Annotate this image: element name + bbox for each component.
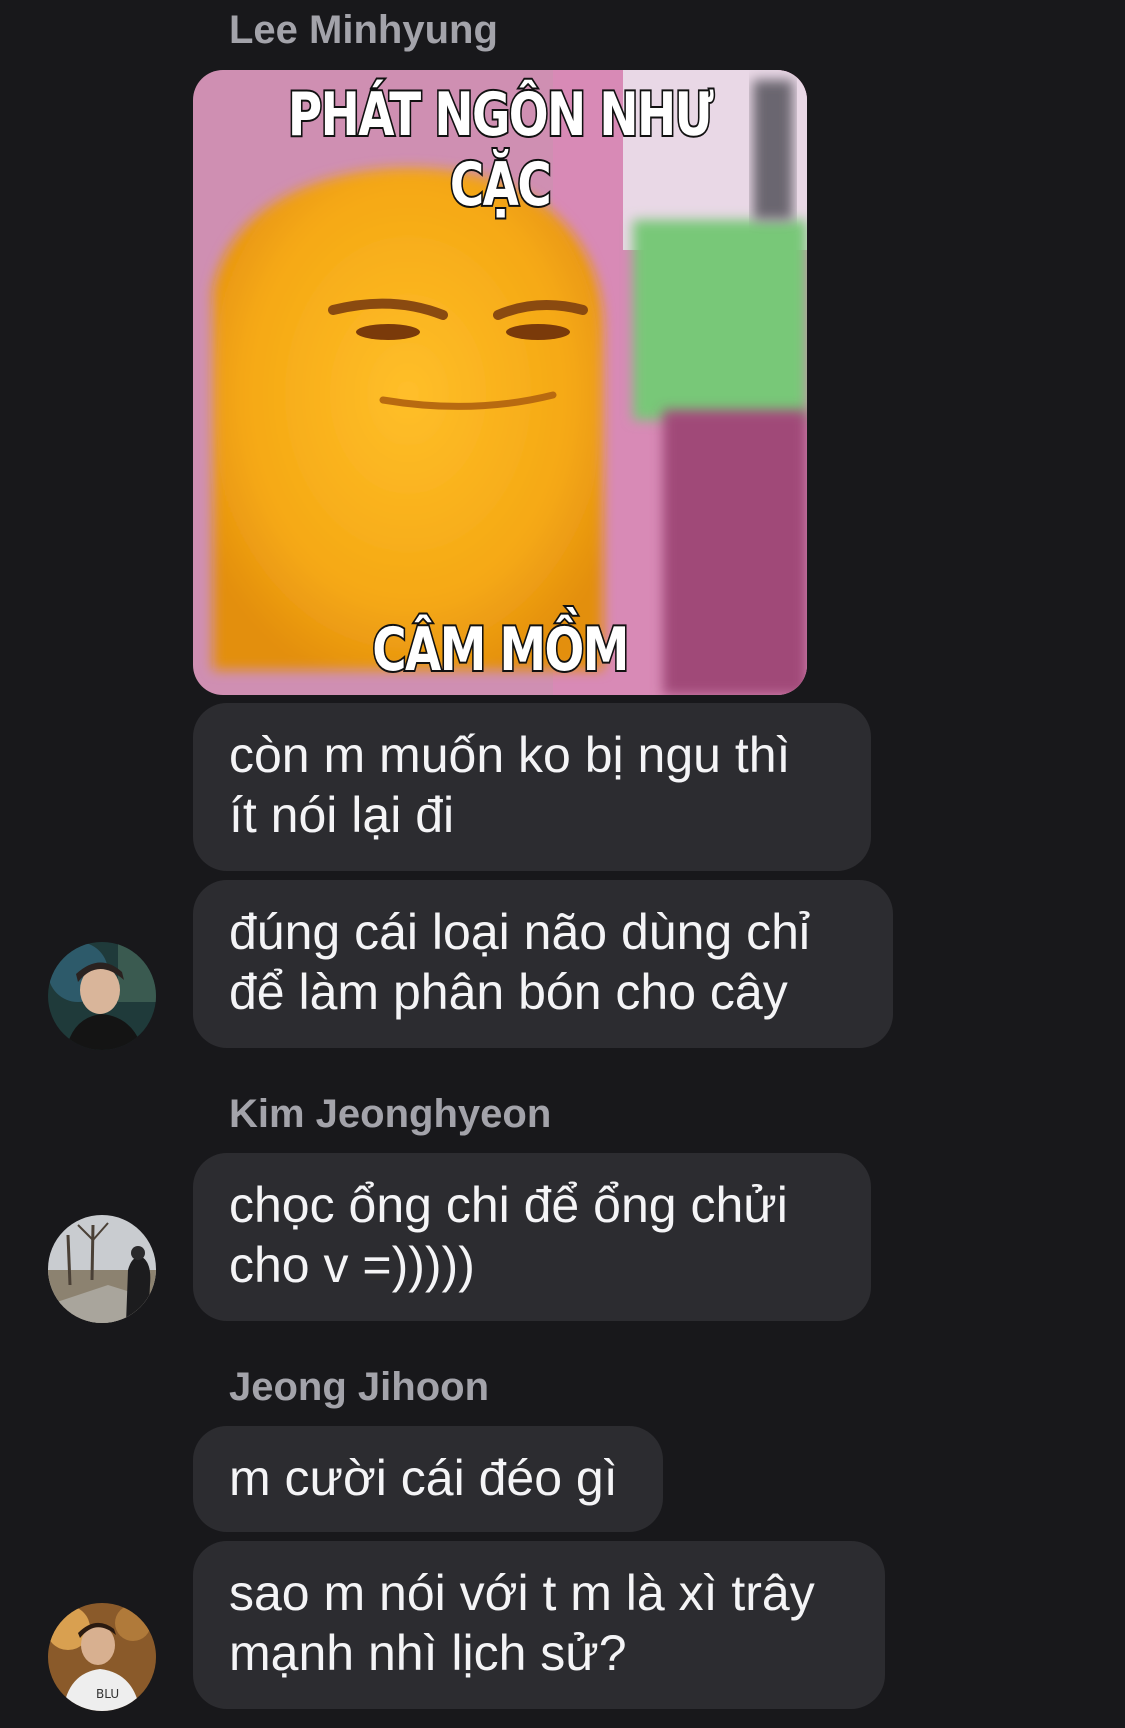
sticker-caption-bottom: CÂM MỒM — [371, 613, 631, 687]
sender-name-lee-minhyung: Lee Minhyung — [229, 8, 498, 52]
user-avatar-icon — [48, 1215, 156, 1323]
message-bubble[interactable]: đúng cái loại não dùng chỉ để làm phân b… — [193, 880, 893, 1048]
sender-name-kim-jeonghyeon: Kim Jeonghyeon — [229, 1092, 552, 1136]
message-bubble[interactable]: chọc ổng chi để ổng chửi cho v =))))) — [193, 1153, 871, 1321]
avatar-lee-minhyung[interactable] — [48, 942, 156, 1050]
sender-name-jeong-jihoon: Jeong Jihoon — [229, 1365, 489, 1409]
avatar-kim-jeonghyeon[interactable] — [48, 1215, 156, 1323]
message-bubble[interactable]: còn m muốn ko bị ngu thì ít nói lại đi — [193, 703, 871, 871]
meme-sticker[interactable]: PHÁT NGÔN NHƯ CẶC CÂM MỒM — [193, 70, 807, 695]
message-bubble[interactable]: sao m nói với t m là xì trây mạnh nhì lị… — [193, 1541, 885, 1709]
sticker-caption-top: PHÁT NGÔN NHƯ CẶC — [286, 78, 715, 222]
user-avatar-icon: BLU — [48, 1603, 156, 1711]
svg-text:BLU: BLU — [96, 1687, 119, 1701]
user-avatar-icon — [48, 942, 156, 1050]
message-bubble[interactable]: m cười cái đéo gì — [193, 1426, 663, 1532]
avatar-jeong-jihoon[interactable]: BLU — [48, 1603, 156, 1711]
